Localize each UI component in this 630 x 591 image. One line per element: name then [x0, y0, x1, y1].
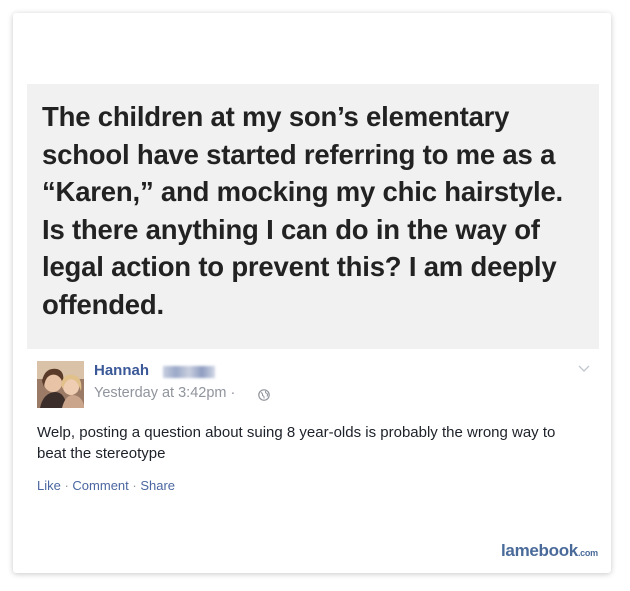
avatar-photo	[37, 361, 84, 408]
comment-actions: Like · Comment · Share	[37, 478, 175, 493]
quoted-post-text: The children at my son’s elementary scho…	[42, 101, 563, 320]
quoted-post: The children at my son’s elementary scho…	[27, 84, 599, 349]
action-separator: ·	[128, 478, 141, 493]
share-link[interactable]: Share	[140, 478, 175, 493]
globe-icon	[258, 389, 270, 401]
comment-timestamp[interactable]: Yesterday at 3:42pm ·	[94, 385, 235, 401]
like-link[interactable]: Like	[37, 478, 61, 493]
redacted-surname	[163, 366, 215, 378]
comment-text: Welp, posting a question about suing 8 y…	[37, 424, 556, 462]
lamebook-watermark: lamebook.com	[501, 541, 598, 561]
avatar[interactable]	[37, 361, 84, 408]
author-name[interactable]: Hannah	[94, 362, 149, 379]
action-separator: ·	[60, 478, 73, 493]
chevron-down-icon[interactable]	[578, 365, 590, 373]
watermark-brand: lamebook	[501, 541, 578, 560]
comment-link[interactable]: Comment	[72, 478, 128, 493]
watermark-tld: .com	[577, 548, 598, 558]
